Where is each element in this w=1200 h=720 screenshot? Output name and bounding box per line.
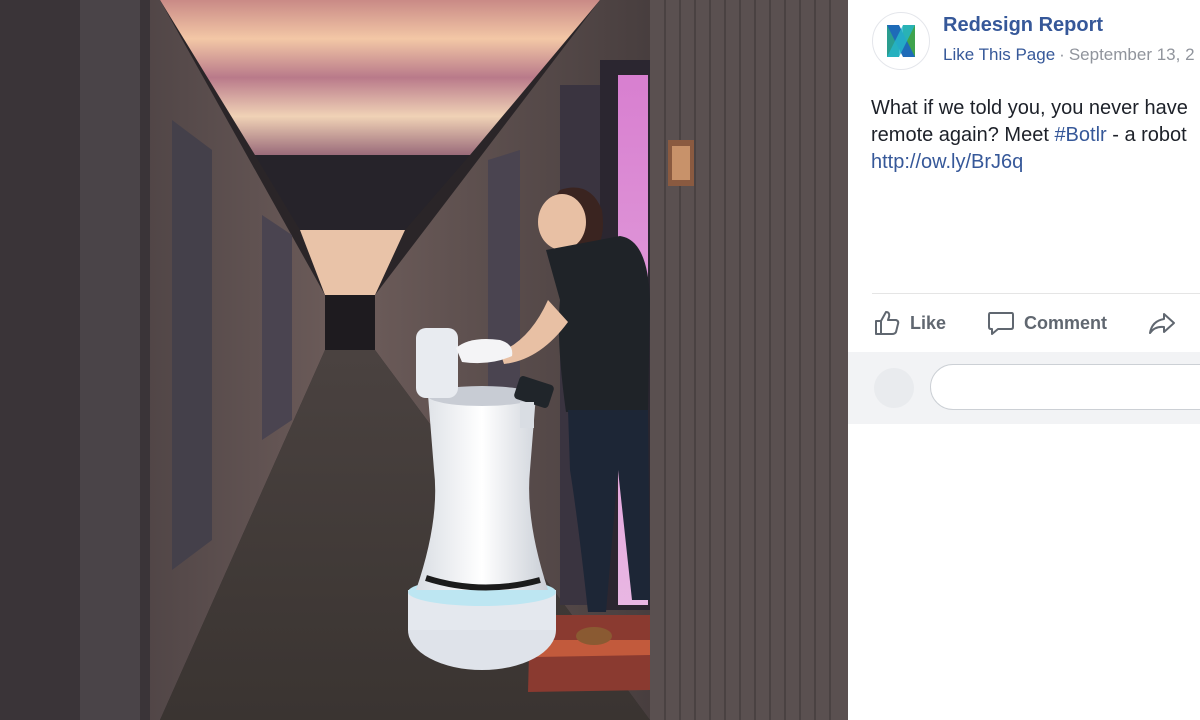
post-text-line-2-suffix: - a robot: [1106, 124, 1187, 146]
comment-bar: [848, 352, 1200, 424]
page-name-link[interactable]: Redesign Report: [943, 14, 1103, 37]
post-panel: Redesign Report Like This Page · September…: [848, 0, 1200, 720]
thumbs-up-icon: [875, 311, 900, 335]
post-text-line-1: What if we told you, you never have: [871, 97, 1188, 119]
redesign-report-logo-icon: [887, 25, 915, 57]
post-photo[interactable]: [0, 0, 848, 720]
post-text-line-2-prefix: remote again? Meet: [871, 124, 1055, 146]
like-button[interactable]: Like: [872, 308, 946, 338]
post-text: What if we told you, you never have remo…: [871, 95, 1200, 176]
comment-input[interactable]: [930, 364, 1200, 410]
like-button-label: Like: [910, 312, 947, 333]
post-date[interactable]: September 13, 2: [1069, 45, 1195, 64]
page-avatar[interactable]: [872, 12, 930, 70]
speech-bubble-icon: [988, 312, 1015, 335]
comment-button[interactable]: Comment: [986, 308, 1107, 338]
hashtag-link[interactable]: #Botlr: [1054, 124, 1106, 146]
commenter-avatar: [874, 368, 914, 408]
post-actions-bar: Like Comment: [872, 300, 1185, 346]
like-page-link[interactable]: Like This Page: [943, 45, 1055, 64]
share-arrow-icon: [1149, 313, 1176, 334]
actions-divider: [872, 293, 1200, 294]
post-meta: Like This Page · September 13, 2: [943, 45, 1195, 65]
meta-separator: ·: [1059, 45, 1065, 64]
share-button[interactable]: [1147, 308, 1185, 338]
post-url-link[interactable]: http://ow.ly/BrJ6q: [871, 149, 1200, 176]
hallway-photo-illustration: [0, 0, 848, 720]
post-text-line-2: remote again? Meet #Botlr - a robot: [871, 122, 1200, 149]
comment-button-label: Comment: [1024, 312, 1108, 333]
